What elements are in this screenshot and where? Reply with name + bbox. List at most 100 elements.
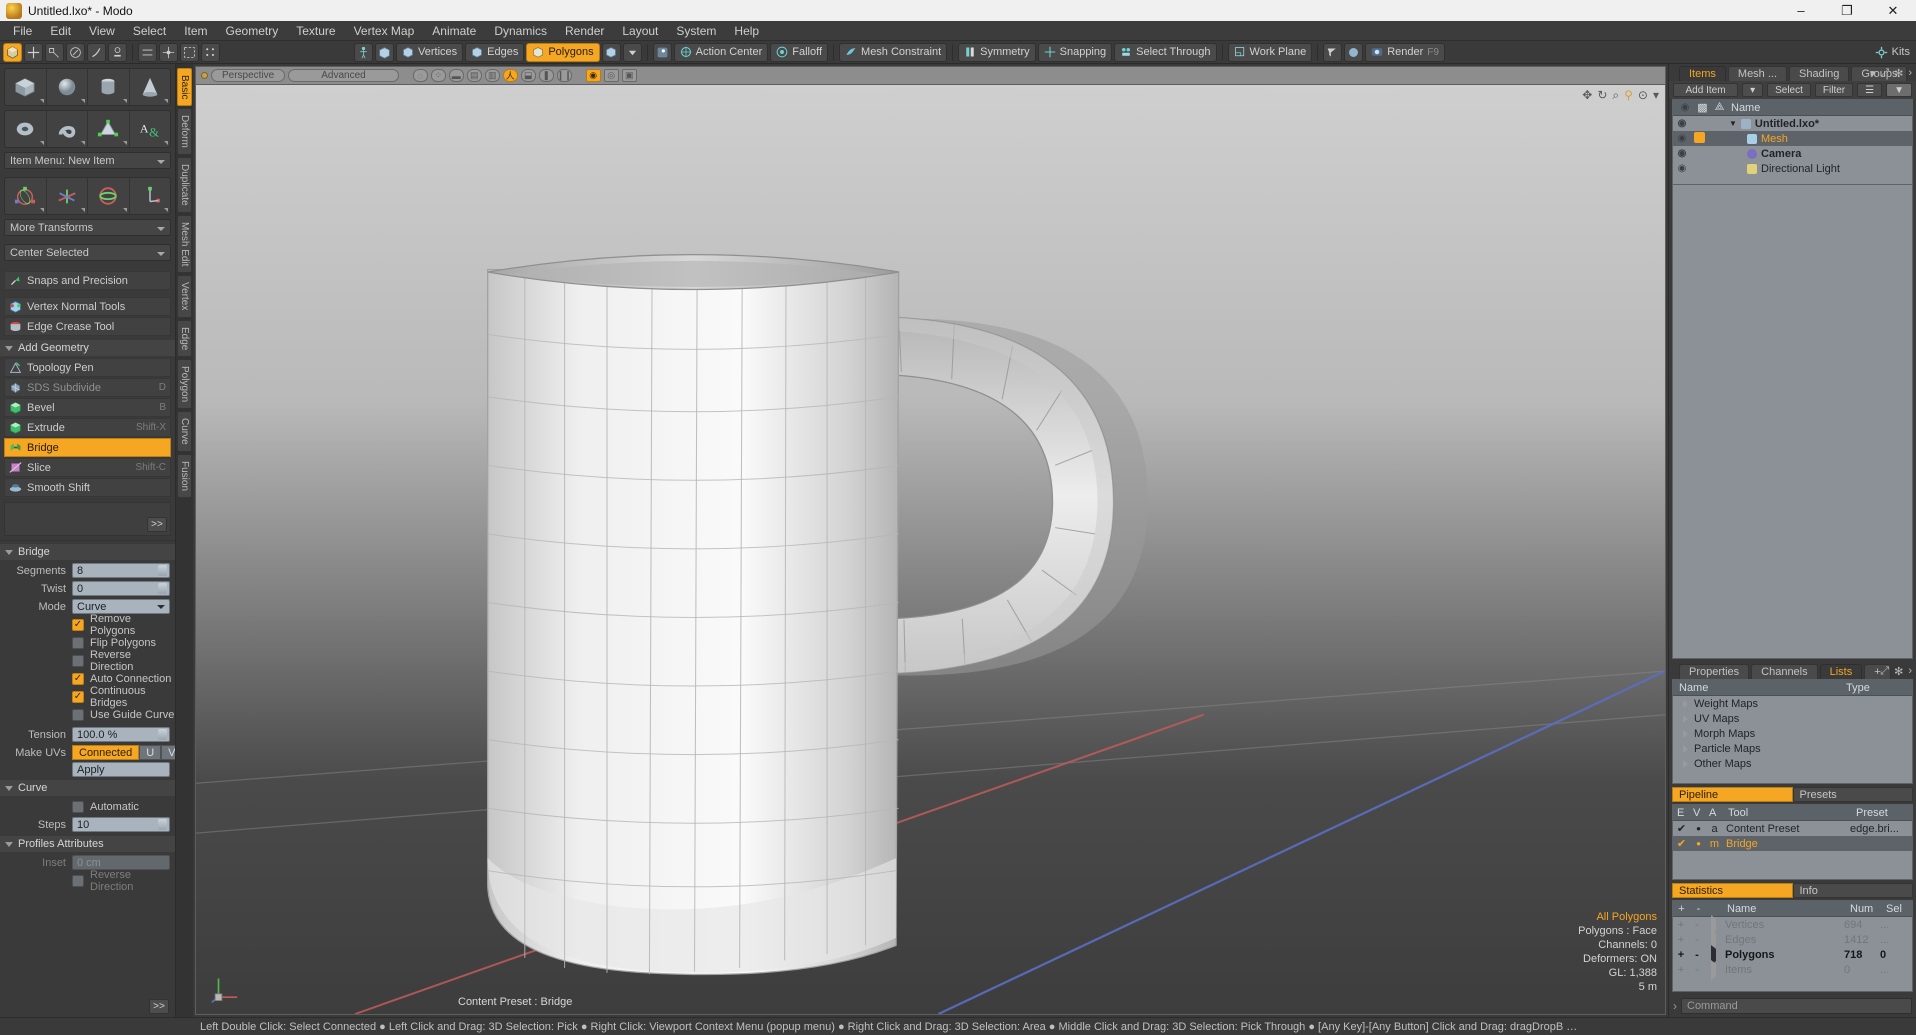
vtab-mesh-edit[interactable]: Mesh Edit bbox=[177, 215, 192, 273]
vtab-deform[interactable]: Deform bbox=[177, 108, 192, 155]
automatic-row[interactable]: Automatic bbox=[0, 798, 175, 815]
select-button[interactable]: Select bbox=[1767, 83, 1811, 97]
move-icon[interactable] bbox=[24, 43, 43, 62]
stat-add-button[interactable]: + bbox=[1673, 934, 1689, 946]
add-item-button[interactable]: Add Item bbox=[1673, 83, 1738, 97]
table-row[interactable]: + - Vertices 694 ... bbox=[1673, 917, 1912, 932]
zoom-icon[interactable]: ⌕ bbox=[1612, 88, 1619, 103]
shading-mode-dropdown[interactable]: Advanced bbox=[288, 69, 398, 82]
vtab-basic[interactable]: Basic bbox=[177, 68, 192, 106]
menu-item[interactable]: Item bbox=[175, 22, 216, 40]
texture-display-icon[interactable]: ▤ bbox=[467, 69, 482, 82]
fullscreen-icon[interactable]: ▣ bbox=[622, 69, 637, 82]
chevron-right-icon[interactable]: › bbox=[1908, 67, 1912, 80]
profiles-attributes-header[interactable]: Profiles Attributes bbox=[0, 836, 175, 852]
stat-add-button[interactable]: + bbox=[1673, 949, 1689, 961]
falloff-cursor-icon[interactable] bbox=[1323, 43, 1342, 62]
add-geometry-section-header[interactable]: Add Geometry bbox=[0, 340, 175, 356]
pipeline-visible-cell[interactable]: ● bbox=[1690, 839, 1707, 848]
expand-tools-button[interactable]: >> bbox=[147, 517, 167, 532]
rotate-tool-button[interactable] bbox=[47, 178, 89, 214]
marquee-icon[interactable] bbox=[180, 43, 199, 62]
table-row[interactable]: ✔ ● m Bridge bbox=[1673, 836, 1912, 851]
edges-mode-button[interactable]: Edges bbox=[465, 43, 524, 62]
solid-display-icon[interactable]: ▬ bbox=[449, 69, 464, 82]
pipeline-enable-cell[interactable]: ✔ bbox=[1673, 822, 1690, 835]
slice-tool[interactable]: Slice Shift-C bbox=[4, 458, 171, 477]
menu-view[interactable]: View bbox=[80, 22, 124, 40]
pipeline-action-cell[interactable]: m bbox=[1707, 838, 1722, 850]
tab-properties[interactable]: Properties bbox=[1679, 664, 1749, 679]
selection-sets-icon[interactable] bbox=[653, 43, 672, 62]
symmetry-button[interactable]: Symmetry bbox=[958, 43, 1036, 62]
snapping-button[interactable]: Snapping bbox=[1038, 43, 1113, 62]
twist-spinner[interactable] bbox=[158, 583, 167, 594]
remove-polygons-checkbox[interactable]: ✓ bbox=[72, 619, 84, 631]
expand-triangle-icon[interactable] bbox=[1683, 700, 1688, 708]
pipeline-visible-cell[interactable]: ● bbox=[1690, 824, 1707, 833]
list-item[interactable]: Particle Maps bbox=[1673, 741, 1912, 756]
bridge-tool[interactable]: Bridge bbox=[4, 438, 171, 457]
make-uvs-v-button[interactable]: V bbox=[161, 745, 176, 760]
menu-animate[interactable]: Animate bbox=[423, 22, 485, 40]
extrude-tool[interactable]: Extrude Shift-X bbox=[4, 418, 171, 437]
expand-properties-button[interactable]: >> bbox=[149, 999, 169, 1014]
render-button[interactable]: Render F9 bbox=[1365, 43, 1445, 62]
filter-button[interactable]: Filter bbox=[1815, 83, 1853, 97]
light-icon[interactable]: ❚ bbox=[539, 69, 554, 82]
tab-pipeline[interactable]: Pipeline bbox=[1672, 787, 1793, 802]
vtab-polygon[interactable]: Polygon bbox=[177, 359, 192, 409]
viewport-menu-icon[interactable]: ▾ bbox=[1653, 88, 1659, 103]
bevel-tool[interactable]: Bevel B bbox=[4, 398, 171, 417]
table-row[interactable]: + - Polygons 718 0 bbox=[1673, 947, 1912, 962]
move-tool-button[interactable] bbox=[5, 178, 47, 214]
filter-funnel-icon[interactable]: ▼ bbox=[1886, 83, 1912, 97]
visibility-toggle[interactable]: ◉ bbox=[1673, 133, 1691, 144]
segments-spinner[interactable] bbox=[158, 565, 167, 576]
brush-icon[interactable] bbox=[87, 43, 106, 62]
gear-primitive-button[interactable] bbox=[88, 111, 130, 147]
camera-view-icon[interactable]: ◉ bbox=[586, 69, 601, 82]
backdrop-icon[interactable]: ⬓ bbox=[521, 69, 536, 82]
expand-icon[interactable]: ⤢ bbox=[1880, 665, 1889, 678]
menu-render[interactable]: Render bbox=[556, 22, 613, 40]
stat-remove-button[interactable]: - bbox=[1689, 964, 1705, 976]
visibility-toggle[interactable]: ◉ bbox=[1673, 163, 1691, 174]
close-button[interactable]: ✕ bbox=[1870, 0, 1916, 21]
menu-geometry[interactable]: Geometry bbox=[217, 22, 288, 40]
remove-polygons-row[interactable]: ✓ Remove Polygons bbox=[0, 616, 175, 633]
tension-input[interactable]: 100.0 % bbox=[72, 727, 170, 742]
spiral-primitive-button[interactable] bbox=[47, 111, 89, 147]
transform-tool-button[interactable] bbox=[130, 178, 171, 214]
chevron-down-icon[interactable] bbox=[623, 43, 642, 62]
figure-icon[interactable] bbox=[354, 43, 373, 62]
list-item[interactable]: UV Maps bbox=[1673, 711, 1912, 726]
pan-icon[interactable]: ✥ bbox=[1582, 88, 1592, 103]
viewport-3d[interactable]: ✥ ↻ ⌕ ⚲ ⊙ ▾ All Polygons Polygons : Face… bbox=[195, 84, 1666, 1015]
item-menu-dropdown[interactable]: Item Menu: New Item bbox=[4, 152, 171, 169]
vtab-edge[interactable]: Edge bbox=[177, 320, 192, 357]
center-icon[interactable] bbox=[159, 43, 178, 62]
edge-crease-tool[interactable]: Edge Crease Tool bbox=[4, 317, 171, 336]
bridge-properties-header[interactable]: Bridge bbox=[0, 544, 175, 560]
lasso-icon[interactable] bbox=[45, 43, 64, 62]
list-options-icon[interactable]: ☰ bbox=[1857, 83, 1882, 97]
vtab-curve[interactable]: Curve bbox=[177, 411, 192, 452]
vertices-mode-button[interactable]: Vertices bbox=[396, 43, 463, 62]
paint-icon[interactable] bbox=[66, 43, 85, 62]
expand-triangle-icon[interactable] bbox=[1683, 730, 1688, 738]
minimize-button[interactable]: – bbox=[1778, 0, 1824, 21]
sphere-primitive-button[interactable] bbox=[47, 69, 89, 105]
flip-polygons-checkbox[interactable] bbox=[72, 637, 84, 649]
menu-select[interactable]: Select bbox=[124, 22, 175, 40]
tab-lists[interactable]: Lists bbox=[1820, 664, 1863, 679]
stamp-icon[interactable] bbox=[108, 43, 127, 62]
vtab-vertex[interactable]: Vertex bbox=[177, 275, 192, 317]
expand-icon[interactable]: ⤢ bbox=[1880, 67, 1889, 80]
reverse-direction-checkbox[interactable] bbox=[72, 655, 84, 667]
tab-presets[interactable]: Presets bbox=[1793, 787, 1914, 802]
select-through-button[interactable]: Select Through bbox=[1114, 43, 1216, 62]
expand-triangle-icon[interactable]: ▼ bbox=[1729, 119, 1737, 128]
add-item-dropdown-icon[interactable]: ▾ bbox=[1742, 83, 1763, 97]
tab-mesh[interactable]: Mesh ... bbox=[1728, 66, 1787, 81]
